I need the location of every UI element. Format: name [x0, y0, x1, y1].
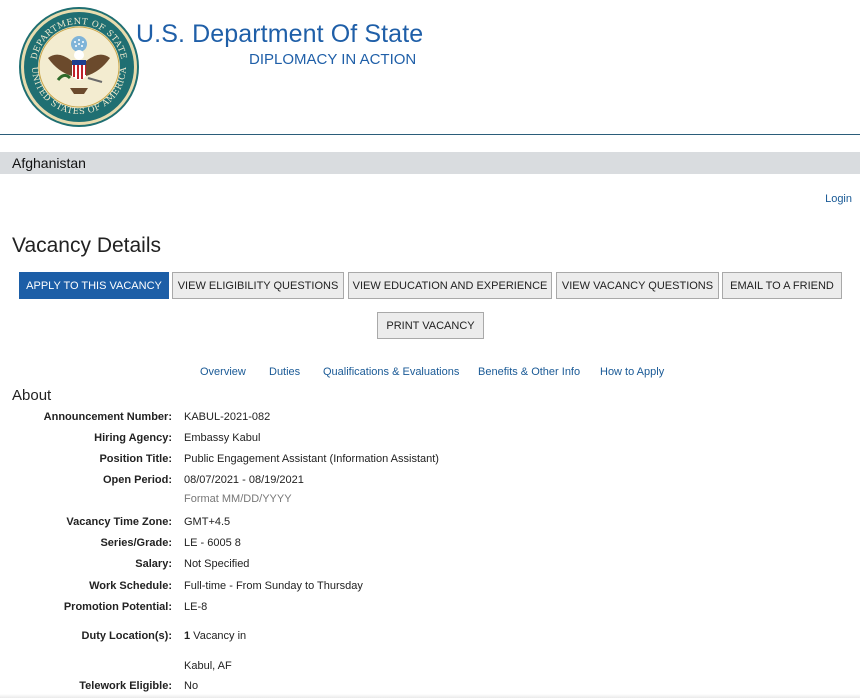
site-header: DEPARTMENT OF STATE UNITED STATES OF AME…	[0, 0, 860, 134]
field-label: Vacancy Time Zone:	[66, 516, 172, 528]
field-label: Position Title:	[99, 453, 172, 465]
site-title[interactable]: U.S. Department Of State	[136, 20, 423, 49]
country-label: Afghanistan	[12, 155, 86, 171]
department-of-state-seal-icon[interactable]: DEPARTMENT OF STATE UNITED STATES OF AME…	[18, 6, 140, 128]
page-title: Vacancy Details	[12, 234, 162, 257]
view-vacancy-questions-button[interactable]: VIEW VACANCY QUESTIONS	[556, 272, 719, 299]
field-value: 1 Vacancy in	[184, 630, 246, 642]
tab-benefits-other-info[interactable]: Benefits & Other Info	[478, 366, 580, 378]
field-value: No	[184, 680, 199, 692]
field-value: KABUL-2021-082	[184, 411, 271, 423]
tab-duties[interactable]: Duties	[269, 366, 300, 378]
tab-overview[interactable]: Overview	[200, 366, 246, 378]
email-to-friend-button[interactable]: EMAIL TO A FRIEND	[722, 272, 842, 299]
field-label: Salary:	[135, 558, 172, 570]
field-value: LE-8	[184, 601, 208, 613]
print-vacancy-button[interactable]: PRINT VACANCY	[377, 312, 484, 339]
field-value: Embassy Kabul	[184, 432, 261, 444]
field-value: Public Engagement Assistant (Information…	[184, 453, 439, 465]
field-label: Telework Eligible:	[79, 680, 172, 692]
section-tabs: Overview Duties Qualifications & Evaluat…	[0, 366, 860, 382]
field-label: Duty Location(s):	[81, 630, 172, 642]
field-label: Work Schedule:	[89, 580, 172, 592]
field-value: LE - 6005 8	[184, 537, 241, 549]
tab-qualifications-evaluations[interactable]: Qualifications & Evaluations	[323, 366, 459, 378]
country-bar: Afghanistan	[0, 152, 860, 174]
field-value: Full-time - From Sunday to Thursday	[184, 580, 363, 592]
field-value: Not Specified	[184, 558, 250, 570]
field-label: Open Period:	[102, 474, 172, 486]
view-education-experience-button[interactable]: VIEW EDUCATION AND EXPERIENCE	[348, 272, 552, 299]
field-label: Hiring Agency:	[94, 432, 172, 444]
about-heading: About	[12, 387, 52, 404]
location-value: Kabul, AF	[184, 660, 232, 672]
date-format-hint: Format MM/DD/YYYY	[184, 493, 292, 505]
field-label: Announcement Number:	[43, 411, 172, 423]
tab-how-to-apply[interactable]: How to Apply	[600, 366, 664, 378]
field-value: GMT+4.5	[184, 516, 231, 528]
apply-button[interactable]: APPLY TO THIS VACANCY	[19, 272, 169, 299]
vacancy-count-text: Vacancy in	[190, 630, 247, 642]
header-divider	[0, 134, 860, 135]
login-link[interactable]: Login	[825, 193, 852, 205]
field-label: Series/Grade:	[100, 537, 172, 549]
site-tagline: DIPLOMACY IN ACTION	[249, 51, 417, 68]
view-eligibility-questions-button[interactable]: VIEW ELIGIBILITY QUESTIONS	[172, 272, 344, 299]
field-value: 08/07/2021 - 08/19/2021	[184, 474, 304, 486]
bottom-edge-shadow	[0, 694, 860, 698]
field-label: Promotion Potential:	[63, 601, 172, 613]
